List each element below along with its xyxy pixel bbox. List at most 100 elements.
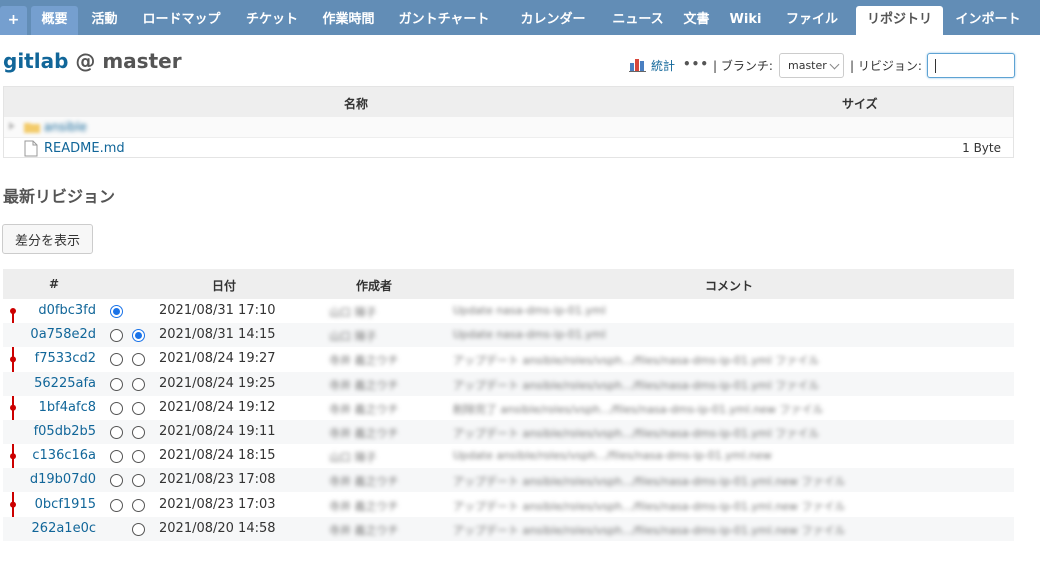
revision-comment: アップデート ansible/roles/vsph.../files/nasa-… xyxy=(453,523,846,537)
file-link[interactable]: README.md xyxy=(44,141,125,156)
revision-link[interactable]: d0fbc3fd xyxy=(26,303,96,318)
diff-from-radio[interactable] xyxy=(110,377,123,391)
revision-date: 2021/08/24 18:15 xyxy=(159,448,276,464)
tab-files[interactable]: ファイル xyxy=(771,6,853,35)
diff-from-radio[interactable] xyxy=(110,353,123,367)
diff-to-radio[interactable] xyxy=(132,498,145,512)
diff-to-radio[interactable] xyxy=(132,474,145,488)
diff-to-radio[interactable] xyxy=(132,522,145,536)
revision-author: 寺井 義之ウチ xyxy=(329,475,399,489)
revision-date: 2021/08/24 19:25 xyxy=(159,375,276,391)
column-size-header[interactable]: サイズ xyxy=(842,95,878,112)
revision-row: 1bf4afc8 2021/08/24 19:12 寺井 義之ウチ 削除完了 ansi… xyxy=(3,396,1014,420)
tab-activity[interactable]: 活動 xyxy=(81,6,128,35)
revision-date: 2021/08/24 19:11 xyxy=(159,424,276,439)
main-menu: + 概要 活動 ロードマップ チケット 作業時間 ガントチャート カレンダー ニュース 文書 Wik… xyxy=(0,0,1040,35)
revision-author: 寺井 義之ウチ xyxy=(329,523,399,537)
tab-gantt[interactable]: ガントチャート xyxy=(388,6,500,35)
diff-to-radio[interactable] xyxy=(132,450,145,464)
revision-link[interactable]: c136c16a xyxy=(26,448,96,463)
diff-from-radio[interactable] xyxy=(110,401,123,415)
diff-from-radio[interactable] xyxy=(110,498,123,512)
revision-label: | リビジョン: xyxy=(850,59,922,73)
diff-from-radio[interactable] xyxy=(110,474,123,488)
revision-author: 山口 陽子 xyxy=(329,306,377,319)
revision-author: 寺井 義之ウチ xyxy=(329,402,399,416)
more-actions-button[interactable]: ••• xyxy=(683,57,709,71)
diff-to-radio[interactable] xyxy=(132,329,145,343)
revision-link[interactable]: f7533cd2 xyxy=(26,351,96,366)
column-comment-header: コメント xyxy=(705,279,754,293)
tab-documents[interactable]: 文書 xyxy=(673,6,720,35)
revision-row: c136c16a 2021/08/24 18:15 山口 陽子 Update ansi… xyxy=(3,444,1014,468)
tab-news[interactable]: ニュース xyxy=(606,6,670,35)
chevron-down-icon xyxy=(829,59,840,70)
folder-icon xyxy=(24,123,40,133)
file-row-folder[interactable]: ansible xyxy=(4,117,1013,137)
tab-repository[interactable]: リポジトリ xyxy=(856,6,943,35)
branch-label: | ブランチ: xyxy=(713,59,773,73)
revision-row: d19b07d0 2021/08/23 17:08 寺井 義之ウチ アップデート an… xyxy=(3,468,1014,493)
revision-comment: アップデート ansible/roles/vsph.../files/nasa-… xyxy=(453,378,820,392)
file-table: 名称 サイズ ansible README.md 1 Byte xyxy=(3,86,1014,158)
revision-author: 寺井 義之ウチ xyxy=(329,354,399,368)
revision-comment: アップデート ansible/roles/vsph.../files/nasa-… xyxy=(453,354,820,368)
revision-link[interactable]: 0bcf1915 xyxy=(26,497,96,512)
revision-row: 0a758e2d 2021/08/31 14:15 山口 陽子 Update nasa… xyxy=(3,323,1014,348)
column-author-header: 作成者 xyxy=(356,279,393,293)
revision-comment: Update nasa-dms-ip-01.yml xyxy=(453,304,606,317)
repository-link[interactable]: gitlab xyxy=(3,49,68,73)
view-diff-button[interactable]: 差分を表示 xyxy=(2,224,93,254)
diff-to-radio[interactable] xyxy=(132,401,145,415)
tab-import[interactable]: インポート xyxy=(945,6,1031,35)
revision-date: 2021/08/23 17:08 xyxy=(159,472,276,488)
column-date-header: 日付 xyxy=(212,279,237,293)
diff-from-radio[interactable] xyxy=(110,426,123,439)
revision-link[interactable]: 1bf4afc8 xyxy=(26,400,96,415)
revision-comment: アップデート ansible/roles/vsph.../files/nasa-… xyxy=(453,427,820,440)
branch-select[interactable]: master xyxy=(779,53,844,78)
revision-row: 0bcf1915 2021/08/23 17:03 寺井 義之ウチ アップデート an… xyxy=(3,493,1014,517)
revision-table-header: # 日付 作成者 コメント xyxy=(3,269,1014,299)
revision-row: f05db2b5 2021/08/24 19:11 寺井 義之ウチ アップデート an… xyxy=(3,420,1014,444)
revision-comment: Update ansible/roles/vsph.../files/nasa-… xyxy=(453,449,772,463)
tab-new[interactable]: + xyxy=(0,6,27,35)
revision-link[interactable]: 56225afa xyxy=(26,376,96,391)
tab-overview[interactable]: 概要 xyxy=(31,6,78,35)
revision-author: 寺井 義之ウチ xyxy=(329,378,399,392)
revision-author: 山口 陽子 xyxy=(329,451,377,465)
diff-from-radio[interactable] xyxy=(110,305,123,318)
revision-row: 56225afa 2021/08/24 19:25 寺井 義之ウチ アップデート an… xyxy=(3,371,1014,396)
revision-date: 2021/08/24 19:12 xyxy=(159,399,276,415)
expand-arrow-icon[interactable] xyxy=(8,121,16,131)
file-row-readme[interactable]: README.md 1 Byte xyxy=(4,137,1013,157)
revision-comment: 削除完了 ansible/roles/vsph.../files/nasa-dm… xyxy=(453,402,824,416)
stats-link[interactable]: 統計 xyxy=(651,57,675,74)
diff-from-radio[interactable] xyxy=(110,450,123,464)
revision-comment: アップデート ansible/roles/vsph.../files/nasa-… xyxy=(453,475,846,489)
revision-date: 2021/08/31 14:15 xyxy=(159,327,276,343)
tab-time-entries[interactable]: 作業時間 xyxy=(312,6,385,35)
revision-link[interactable]: f05db2b5 xyxy=(26,424,96,439)
latest-revisions-heading: 最新リビジョン xyxy=(3,187,116,206)
folder-link[interactable]: ansible xyxy=(44,120,87,134)
revision-link[interactable]: d19b07d0 xyxy=(26,472,96,487)
tab-roadmap[interactable]: ロードマップ xyxy=(131,6,232,35)
revision-row: 262a1e0c 2021/08/20 14:58 寺井 義之ウチ アップデート an… xyxy=(3,516,1014,541)
column-name-header[interactable]: 名称 xyxy=(344,95,368,112)
revision-link[interactable]: 262a1e0c xyxy=(26,521,96,536)
revision-input[interactable] xyxy=(927,53,1015,78)
revision-comment: アップデート ansible/roles/vsph.../files/nasa-… xyxy=(453,499,846,513)
tab-issues[interactable]: チケット xyxy=(235,6,309,35)
diff-to-radio[interactable] xyxy=(132,426,145,439)
diff-to-radio[interactable] xyxy=(132,377,145,391)
revision-link[interactable]: 0a758e2d xyxy=(26,327,96,342)
diff-from-radio[interactable] xyxy=(110,329,123,343)
tab-wiki[interactable]: Wiki xyxy=(723,6,768,35)
diff-to-radio[interactable] xyxy=(132,353,145,367)
file-icon xyxy=(24,140,38,157)
stats-icon[interactable] xyxy=(629,56,646,72)
tab-calendar[interactable]: カレンダー xyxy=(503,6,603,35)
revision-row: d0fbc3fd 2021/08/31 17:10 山口 陽子 Update nasa… xyxy=(3,299,1014,323)
revision-date: 2021/08/24 19:27 xyxy=(159,351,276,367)
